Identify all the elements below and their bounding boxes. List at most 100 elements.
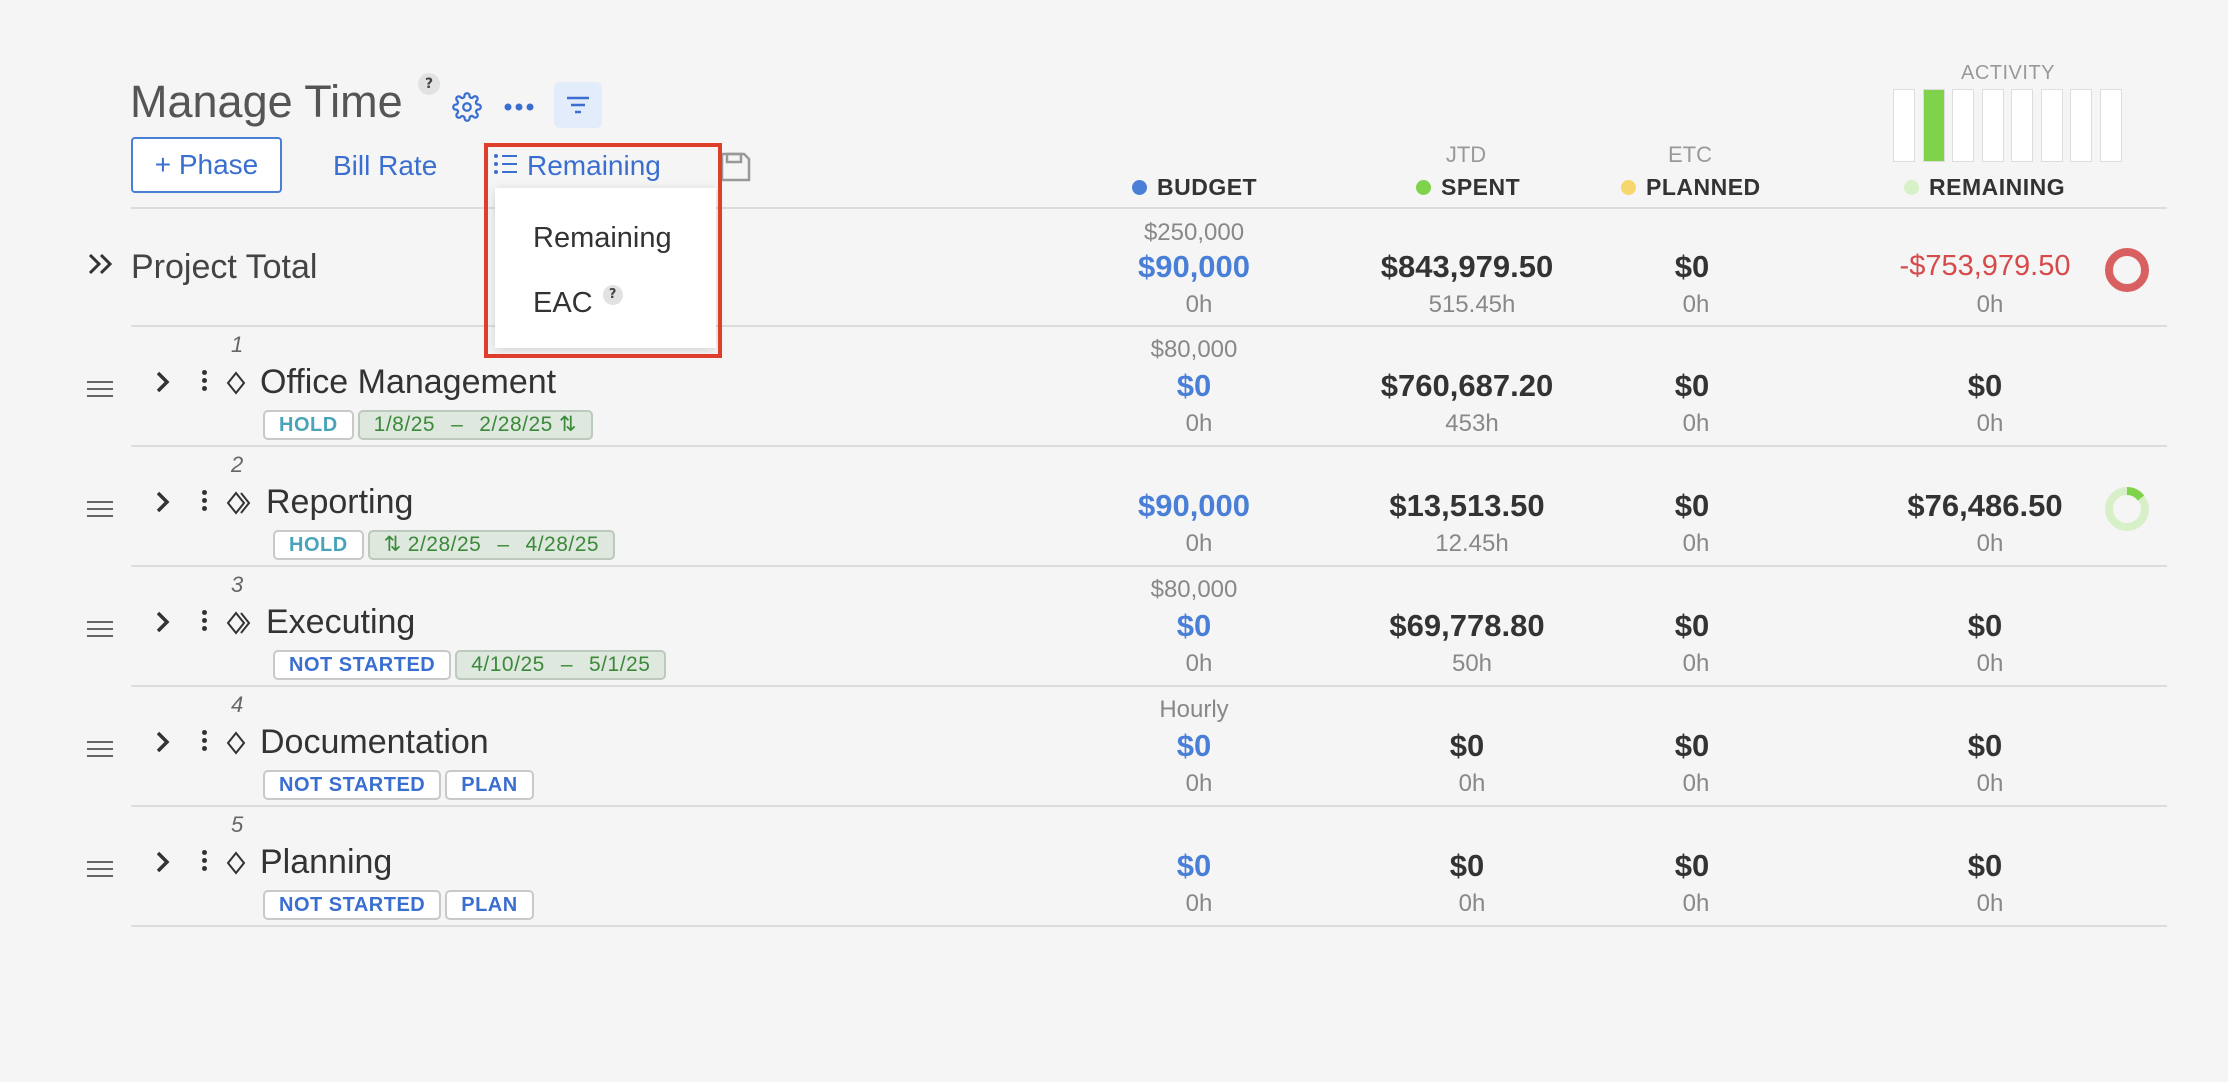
save-icon[interactable] <box>718 150 752 189</box>
milestone-diamond-icon <box>226 850 256 881</box>
total-donut-icon <box>2103 246 2151 299</box>
drag-handle-icon[interactable] <box>87 376 113 402</box>
date-start: 4/10/25 <box>471 653 545 676</box>
date-end: 2/28/25 <box>479 413 553 436</box>
expand-chevron-icon[interactable] <box>153 729 173 760</box>
date-separator: – <box>451 413 464 436</box>
date-range-badge[interactable]: ⇅ 2/28/25–4/28/25 <box>367 530 616 560</box>
remaining-donut-icon <box>2103 485 2151 538</box>
drag-handle-icon[interactable] <box>87 736 113 762</box>
add-phase-button[interactable]: + Phase <box>131 137 282 193</box>
phase-badges: HOLD ⇅ 2/28/25–4/28/25 <box>273 530 616 560</box>
phase-name[interactable]: Executing <box>266 603 415 642</box>
divider <box>131 925 2167 927</box>
expand-chevron-icon[interactable] <box>153 369 173 400</box>
phase-menu-icon[interactable] <box>202 487 207 514</box>
drag-handle-icon[interactable] <box>87 616 113 642</box>
activity-label: ACTIVITY <box>1961 62 2056 84</box>
activity-bar <box>1922 89 1945 162</box>
phase-number: 2 <box>231 452 244 477</box>
phase-remaining-hours: 0h <box>1976 770 2004 797</box>
phase-badges: NOT STARTED 4/10/25–5/1/25 <box>273 650 667 680</box>
milestone-diamond-icon <box>226 370 256 401</box>
plan-badge[interactable]: PLAN <box>445 890 534 920</box>
dropdown-highlight-box <box>484 143 722 358</box>
phase-number: 1 <box>231 332 244 357</box>
phase-badges: NOT STARTED PLAN <box>263 770 534 800</box>
filter-icon[interactable] <box>554 82 602 128</box>
activity-bar <box>1981 89 2004 162</box>
activity-bar <box>2011 89 2033 162</box>
activity-bar <box>1893 89 1915 162</box>
status-badge[interactable]: NOT STARTED <box>263 890 442 920</box>
phase-badges: NOT STARTED PLAN <box>263 890 534 920</box>
spent-dot-icon <box>1416 180 1431 195</box>
date-separator: – <box>497 533 510 556</box>
sync-icon: ⇅ <box>383 533 402 556</box>
divider <box>131 207 2167 209</box>
phase-remaining-hours: 0h <box>1976 410 2004 437</box>
status-badge[interactable]: HOLD <box>263 410 354 440</box>
phase-menu-icon[interactable] <box>202 367 207 394</box>
sync-icon: ⇅ <box>558 413 577 436</box>
activity-bar <box>2070 89 2092 162</box>
more-options-icon[interactable] <box>502 94 536 125</box>
phase-name[interactable]: Reporting <box>266 483 413 522</box>
phase-menu-icon[interactable] <box>202 607 207 634</box>
phase-remaining: $0 <box>1967 848 2003 883</box>
phase-name[interactable]: Planning <box>260 843 392 882</box>
status-badge[interactable]: NOT STARTED <box>273 650 452 680</box>
date-range-badge[interactable]: 4/10/25–5/1/25 <box>455 650 667 680</box>
phase-budget-top: $80,000 <box>1150 336 1238 363</box>
phase-remaining-hours: 0h <box>1976 890 2004 917</box>
phase-menu-icon[interactable] <box>202 847 207 874</box>
activity-bar <box>2040 89 2063 162</box>
divider <box>131 445 2167 447</box>
phase-number: 4 <box>231 692 244 717</box>
spent-column-top: JTD <box>1445 142 1487 167</box>
remaining-header-label: REMAINING <box>1929 174 2066 200</box>
date-range-badge[interactable]: 1/8/25–2/28/25 ⇅ <box>357 410 593 440</box>
expand-chevron-icon[interactable] <box>153 609 173 640</box>
expand-chevron-icon[interactable] <box>153 489 173 520</box>
plan-badge[interactable]: PLAN <box>445 770 534 800</box>
activity-bar <box>2099 89 2122 162</box>
date-start: 2/28/25 <box>407 533 482 556</box>
phase-menu-icon[interactable] <box>202 727 207 754</box>
title-help-icon[interactable]: ? <box>418 73 440 95</box>
drag-handle-icon[interactable] <box>87 496 113 522</box>
divider <box>131 685 2167 687</box>
project-total-label: Project Total <box>131 248 318 286</box>
expand-all-icon[interactable] <box>86 250 116 283</box>
phase-number: 5 <box>231 812 244 837</box>
date-end: 4/28/25 <box>525 533 600 556</box>
phase-number: 3 <box>231 572 244 597</box>
expand-chevron-icon[interactable] <box>153 849 173 880</box>
phase-remaining: $0 <box>1967 368 2003 403</box>
phase-remaining: $0 <box>1967 608 2003 643</box>
remaining-column-header[interactable]: REMAINING <box>1904 174 2065 201</box>
phase-name[interactable]: Office Management <box>260 363 556 402</box>
bill-rate-link[interactable]: Bill Rate <box>333 150 437 182</box>
phase-remaining-hours: 0h <box>1976 650 2004 677</box>
divider <box>131 325 2167 327</box>
budget-dot-icon <box>1132 180 1147 195</box>
drag-handle-icon[interactable] <box>87 856 113 882</box>
remaining-dot-icon <box>1904 180 1919 195</box>
planned-column-top: ETC <box>1668 142 1712 167</box>
planned-column-header[interactable]: PLANNED <box>1621 174 1761 201</box>
divider <box>131 565 2167 567</box>
date-end: 5/1/25 <box>589 653 651 676</box>
page-title: Manage Time <box>130 76 403 127</box>
spent-column-header[interactable]: SPENT <box>1416 174 1520 201</box>
budget-column-header[interactable]: BUDGET <box>1132 174 1257 201</box>
milestone-diamond-icon <box>226 730 256 761</box>
settings-gear-icon[interactable] <box>452 92 482 127</box>
status-badge[interactable]: NOT STARTED <box>263 770 442 800</box>
phase-budget-top: $80,000 <box>1150 576 1238 603</box>
status-badge[interactable]: HOLD <box>273 530 364 560</box>
milestone-diamond-icon <box>226 490 256 521</box>
phase-name[interactable]: Documentation <box>260 723 489 762</box>
date-separator: – <box>560 653 573 676</box>
phase-badges: HOLD 1/8/25–2/28/25 ⇅ <box>263 410 593 440</box>
